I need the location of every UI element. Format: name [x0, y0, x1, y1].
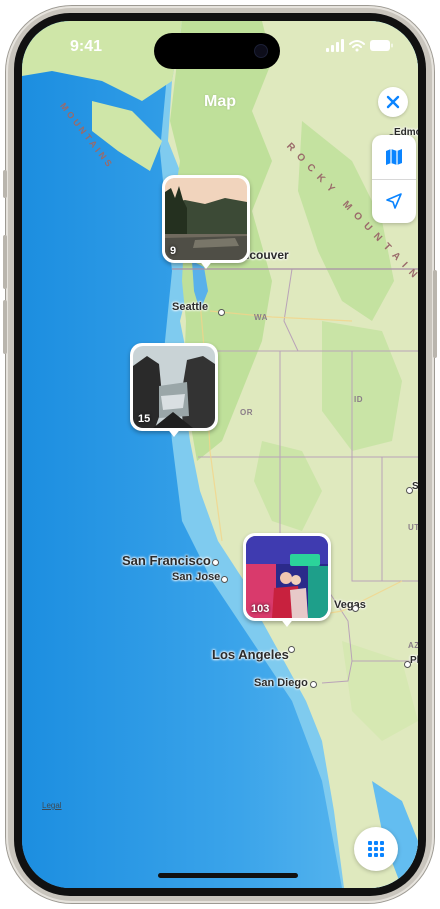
- map-icon: [386, 149, 402, 165]
- page-title: Map: [204, 93, 236, 110]
- las-vegas-dot: [352, 605, 359, 612]
- san-jose-dot: [221, 576, 228, 583]
- photo-pin-los-angeles[interactable]: 103: [243, 533, 331, 627]
- map-controls: [372, 135, 416, 223]
- san-diego-dot: [310, 681, 317, 688]
- status-time: 9:41: [70, 38, 103, 55]
- seattle-dot: [218, 309, 225, 316]
- san-francisco-dot: [212, 559, 219, 566]
- close-button[interactable]: [378, 87, 408, 117]
- screen: MOUNTAINS ROCKY MOUNTAINS Edmonton Vanco…: [22, 21, 418, 888]
- grid-view-button[interactable]: [354, 827, 398, 871]
- grid-icon: [368, 841, 384, 857]
- legal-link[interactable]: Legal: [42, 801, 62, 810]
- los-angeles-dot: [288, 646, 295, 653]
- phoenix-dot: [404, 661, 411, 668]
- power-button: [433, 270, 437, 358]
- bezel: MOUNTAINS ROCKY MOUNTAINS Edmonton Vanco…: [14, 13, 426, 896]
- volume-down-button: [3, 300, 7, 354]
- status-icons: [326, 39, 393, 52]
- pin-photo: [165, 178, 247, 260]
- pin-tail: [279, 617, 295, 627]
- location-arrow-icon: [386, 193, 402, 209]
- pin-count: 103: [251, 603, 270, 615]
- pin-tail: [166, 427, 182, 437]
- photo-pin-oregon-coast[interactable]: 15: [130, 343, 218, 437]
- pin-tail: [198, 259, 214, 269]
- dynamic-island: [154, 33, 280, 69]
- locate-button[interactable]: [372, 179, 416, 223]
- wifi-icon: [349, 40, 365, 52]
- volume-up-button: [3, 235, 7, 289]
- camera-icon: [254, 44, 268, 58]
- map-mode-button[interactable]: [372, 135, 416, 179]
- salt-lake-dot: [406, 487, 413, 494]
- status-bar: 9:41: [22, 21, 418, 75]
- home-indicator[interactable]: [158, 873, 298, 878]
- cellular-signal-icon: [326, 39, 344, 52]
- pin-count: 9: [170, 245, 177, 257]
- map-canvas[interactable]: [22, 21, 418, 888]
- photo-pin-vancouver[interactable]: 9: [162, 175, 250, 269]
- xmark-icon: [386, 95, 400, 109]
- action-button: [3, 170, 7, 198]
- battery-icon: [370, 40, 393, 51]
- pin-count: 15: [138, 413, 151, 425]
